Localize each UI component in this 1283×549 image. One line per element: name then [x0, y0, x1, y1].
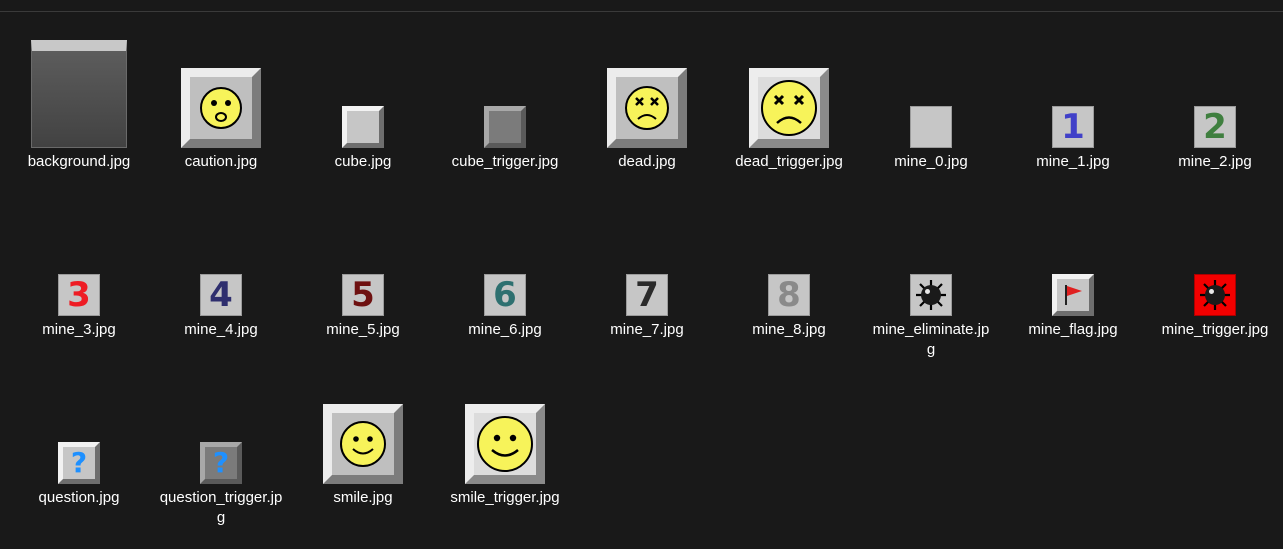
thumbnail: [159, 36, 283, 148]
file-name: mine_6.jpg: [468, 321, 542, 338]
question-glyph: ?: [70, 446, 88, 479]
cube-trigger-icon: [484, 106, 526, 148]
file-item-dead[interactable]: dead.jpg: [585, 36, 709, 176]
digit: 7: [635, 275, 659, 315]
file-name: mine_eliminate.jpg: [872, 321, 990, 358]
file-item-mine-5[interactable]: 5 mine_5.jpg: [301, 204, 425, 344]
file-name: mine_0.jpg: [894, 153, 968, 170]
question-glyph: ?: [212, 446, 230, 479]
dead-trigger-face-icon: [749, 68, 829, 148]
file-name: mine_trigger.jpg: [1161, 321, 1269, 338]
thumbnail: ?: [17, 372, 141, 484]
file-name: mine_7.jpg: [610, 321, 684, 338]
question-icon: ?: [58, 442, 100, 484]
number-4-icon: 4: [200, 274, 242, 316]
file-item-mine-6[interactable]: 6 mine_6.jpg: [443, 204, 567, 344]
file-name: mine_2.jpg: [1178, 153, 1252, 170]
file-item-mine-7[interactable]: 7 mine_7.jpg: [585, 204, 709, 344]
file-name: mine_5.jpg: [326, 321, 400, 338]
number-6-icon: 6: [484, 274, 526, 316]
file-name: mine_4.jpg: [184, 321, 258, 338]
thumbnail: [869, 36, 993, 148]
file-item-dead-trigger[interactable]: dead_trigger.jpg: [727, 36, 851, 176]
file-item-question[interactable]: ? question.jpg: [17, 372, 141, 512]
file-name: smile_trigger.jpg: [450, 489, 560, 506]
smile-trigger-face-icon: [465, 404, 545, 484]
flag-icon: [1052, 274, 1094, 316]
thumbnail: [301, 36, 425, 148]
digit: 1: [1061, 107, 1085, 147]
file-item-mine-trigger[interactable]: mine_trigger.jpg: [1153, 204, 1277, 344]
digit: 6: [493, 275, 517, 315]
thumbnail: 2: [1153, 36, 1277, 148]
file-name: dead.jpg: [618, 153, 676, 170]
cube-icon: [342, 106, 384, 148]
question-trigger-icon: ?: [200, 442, 242, 484]
caution-face-icon: [181, 68, 261, 148]
number-3-icon: 3: [58, 274, 100, 316]
file-name: background.jpg: [27, 153, 131, 170]
thumbnail: 5: [301, 204, 425, 316]
thumbnail: 4: [159, 204, 283, 316]
file-item-mine-eliminate[interactable]: mine_eliminate.jpg: [869, 204, 993, 358]
thumbnail: [17, 36, 141, 148]
file-name: mine_1.jpg: [1036, 153, 1110, 170]
file-item-caution[interactable]: caution.jpg: [159, 36, 283, 176]
number-8-icon: 8: [768, 274, 810, 316]
thumbnail: [1011, 204, 1135, 316]
thumbnail: 6: [443, 204, 567, 316]
file-item-cube-trigger[interactable]: cube_trigger.jpg: [443, 36, 567, 176]
file-item-smile[interactable]: smile.jpg: [301, 372, 425, 512]
digit: 2: [1203, 107, 1227, 147]
file-item-mine-4[interactable]: 4 mine_4.jpg: [159, 204, 283, 344]
digit: 5: [351, 275, 375, 315]
digit: 3: [67, 275, 91, 315]
file-name: mine_flag.jpg: [1028, 321, 1118, 338]
thumbnail: 7: [585, 204, 709, 316]
file-item-background[interactable]: background.jpg: [17, 36, 141, 176]
file-name: cube_trigger.jpg: [451, 153, 559, 170]
number-7-icon: 7: [626, 274, 668, 316]
file-name: mine_3.jpg: [42, 321, 116, 338]
background-image-icon: [31, 40, 127, 148]
number-2-icon: 2: [1194, 106, 1236, 148]
file-name: caution.jpg: [184, 153, 258, 170]
file-item-mine-8[interactable]: 8 mine_8.jpg: [727, 204, 851, 344]
thumbnail: [585, 36, 709, 148]
file-name: dead_trigger.jpg: [735, 153, 843, 170]
digit: 8: [777, 275, 801, 315]
file-item-smile-trigger[interactable]: smile_trigger.jpg: [443, 372, 567, 512]
file-item-question-trigger[interactable]: ? question_trigger.jpg: [159, 372, 283, 526]
thumbnail: 1: [1011, 36, 1135, 148]
empty-cell-icon: [910, 106, 952, 148]
file-name: question_trigger.jpg: [159, 489, 283, 526]
thumbnail: [443, 372, 567, 484]
digit: 4: [209, 275, 233, 315]
smile-face-icon: [323, 404, 403, 484]
file-grid: background.jpg caution.jpg cube.jpg cube…: [0, 0, 1283, 549]
mine-trigger-icon: [1194, 274, 1236, 316]
dead-face-icon: [607, 68, 687, 148]
mine-icon: [910, 274, 952, 316]
file-item-mine-2[interactable]: 2 mine_2.jpg: [1153, 36, 1277, 176]
number-5-icon: 5: [342, 274, 384, 316]
thumbnail: 3: [17, 204, 141, 316]
thumbnail: ?: [159, 372, 283, 484]
file-item-mine-3[interactable]: 3 mine_3.jpg: [17, 204, 141, 344]
file-item-mine-flag[interactable]: mine_flag.jpg: [1011, 204, 1135, 344]
file-item-cube[interactable]: cube.jpg: [301, 36, 425, 176]
thumbnail: 8: [727, 204, 851, 316]
thumbnail: [301, 372, 425, 484]
number-1-icon: 1: [1052, 106, 1094, 148]
file-name: question.jpg: [38, 489, 120, 506]
thumbnail: [727, 36, 851, 148]
thumbnail: [443, 36, 567, 148]
thumbnail: [1153, 204, 1277, 316]
file-item-mine-1[interactable]: 1 mine_1.jpg: [1011, 36, 1135, 176]
file-name: mine_8.jpg: [752, 321, 826, 338]
file-item-mine-0[interactable]: mine_0.jpg: [869, 36, 993, 176]
file-name: cube.jpg: [334, 153, 392, 170]
thumbnail: [869, 204, 993, 316]
file-name: smile.jpg: [333, 489, 393, 506]
